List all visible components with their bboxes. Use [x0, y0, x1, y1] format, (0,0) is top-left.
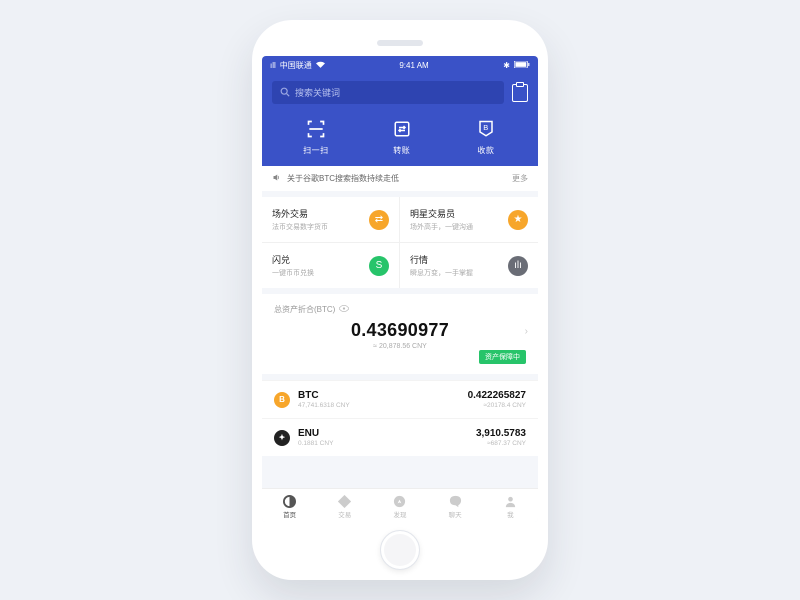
chevron-right-icon: › [525, 326, 528, 337]
battery-icon [514, 61, 530, 70]
app-screen: ıll 中国联通 9:41 AM ✱ 搜索关键词 [262, 56, 538, 522]
signal-icon: ıll [270, 61, 276, 70]
home-icon [283, 494, 297, 508]
tab-bar: 首页 交易 发现 聊天 我 [262, 488, 538, 522]
coin-row-enu[interactable]: ✦ ENU0.1881 CNY 3,910.5783≈687.37 CNY [262, 418, 538, 456]
announcement-more[interactable]: 更多 [512, 173, 528, 184]
carrier-label: 中国联通 [280, 60, 312, 71]
phone-speaker [377, 40, 423, 46]
action-scan[interactable]: 扫一扫 [303, 118, 329, 156]
feature-flash[interactable]: 闪兑一键币币兑换 S [262, 243, 400, 288]
coin-list: B BTC47,741.6318 CNY 0.422265827≈20178.4… [262, 380, 538, 456]
btc-icon: B [274, 392, 290, 408]
clock: 9:41 AM [399, 61, 428, 70]
scan-icon [305, 118, 327, 140]
feature-star-trader[interactable]: 明星交易员场外高手，一键沟通 ★ [400, 197, 538, 243]
star-icon: ★ [508, 210, 528, 230]
tab-discover[interactable]: 发现 [393, 494, 407, 519]
tab-chat[interactable]: 聊天 [448, 494, 462, 519]
home-button[interactable] [380, 530, 420, 570]
receive-icon: B [475, 118, 497, 140]
chart-icon: ılı [508, 256, 528, 276]
feature-market[interactable]: 行情瞬息万变，一手掌握 ılı [400, 243, 538, 288]
feature-otc[interactable]: 场外交易法币交易数字货币 ⇄ [262, 197, 400, 243]
announcement-bar[interactable]: 关于谷歌BTC搜索指数持续走低 更多 [262, 166, 538, 197]
protect-badge: 资产保障中 [479, 350, 526, 364]
transfer-icon [391, 118, 413, 140]
trade-icon [338, 494, 352, 508]
currency-icon: S [369, 256, 389, 276]
tab-home[interactable]: 首页 [283, 494, 297, 519]
compass-icon [393, 494, 407, 508]
eye-icon[interactable] [339, 305, 349, 314]
search-placeholder: 搜索关键词 [295, 86, 340, 99]
search-icon [280, 87, 290, 99]
tab-trade[interactable]: 交易 [338, 494, 352, 519]
announcement-text: 关于谷歌BTC搜索指数持续走低 [287, 173, 399, 184]
status-bar: ıll 中国联通 9:41 AM ✱ [262, 56, 538, 75]
assets-card[interactable]: 总资产折合(BTC) 0.43690977 ≈ 20,878.56 CNY › … [262, 294, 538, 380]
svg-text:B: B [483, 123, 488, 132]
speaker-icon [272, 173, 281, 184]
assets-approx: ≈ 20,878.56 CNY [274, 343, 526, 350]
enu-icon: ✦ [274, 430, 290, 446]
search-input[interactable]: 搜索关键词 [272, 81, 504, 104]
swap-icon: ⇄ [369, 210, 389, 230]
header: 搜索关键词 扫一扫 转账 [262, 75, 538, 166]
assets-value: 0.43690977 [274, 320, 526, 341]
bluetooth-icon: ✱ [503, 61, 510, 70]
person-icon [503, 494, 517, 508]
action-receive[interactable]: B 收款 [475, 118, 497, 156]
chat-icon [448, 494, 462, 508]
tab-me[interactable]: 我 [503, 494, 517, 519]
phone-frame: ıll 中国联通 9:41 AM ✱ 搜索关键词 [252, 20, 548, 580]
action-transfer[interactable]: 转账 [391, 118, 413, 156]
coin-row-btc[interactable]: B BTC47,741.6318 CNY 0.422265827≈20178.4… [262, 380, 538, 418]
features-grid: 场外交易法币交易数字货币 ⇄ 明星交易员场外高手，一键沟通 ★ 闪兑一键币币兑换… [262, 197, 538, 294]
wifi-icon [316, 61, 325, 70]
clipboard-icon[interactable] [512, 84, 528, 102]
assets-label: 总资产折合(BTC) [274, 304, 335, 315]
